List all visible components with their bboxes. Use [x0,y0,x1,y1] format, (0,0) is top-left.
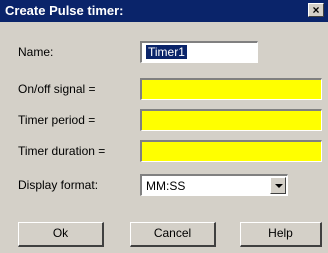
display-format-select[interactable]: MM:SS [140,174,288,196]
timer-duration-label: Timer duration = [18,144,106,158]
chevron-down-icon [275,184,283,188]
display-format-label: Display format: [18,178,99,192]
timer-period-label: Timer period = [18,113,96,127]
help-button[interactable]: Help [240,222,322,247]
name-value: Timer1 [146,45,187,59]
close-icon: × [312,3,320,17]
dropdown-button[interactable] [270,177,286,194]
ok-button[interactable]: Ok [18,222,104,247]
timer-period-field[interactable] [140,109,322,131]
onoff-signal-label: On/off signal = [18,82,96,96]
create-pulse-timer-dialog: Create Pulse timer: × Name: Timer1 On/of… [0,0,328,253]
dialog-title: Create Pulse timer: [5,3,124,18]
title-bar: Create Pulse timer: × [0,0,328,22]
cancel-button[interactable]: Cancel [130,222,216,247]
close-button[interactable]: × [308,3,324,17]
onoff-signal-field[interactable] [140,78,322,100]
name-label: Name: [18,45,54,59]
timer-duration-field[interactable] [140,140,322,162]
display-format-value: MM:SS [146,179,186,193]
name-field[interactable]: Timer1 [140,41,258,63]
